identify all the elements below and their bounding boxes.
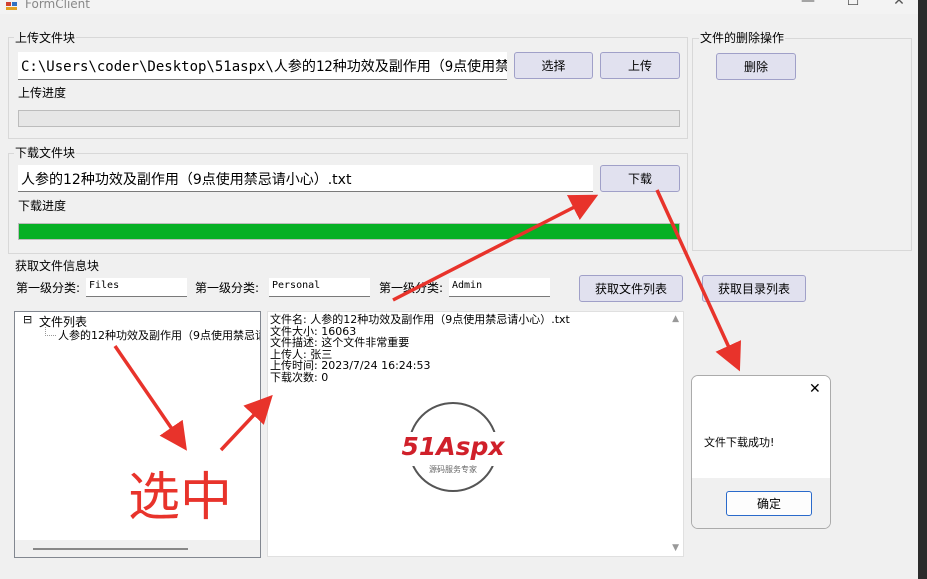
annotation-text: 选中: [128, 468, 233, 528]
arrow-to-download: [392, 194, 599, 302]
arrow-to-dialog: [655, 189, 742, 372]
arrow-to-label: [113, 345, 187, 451]
arrow-to-info: [219, 394, 273, 452]
